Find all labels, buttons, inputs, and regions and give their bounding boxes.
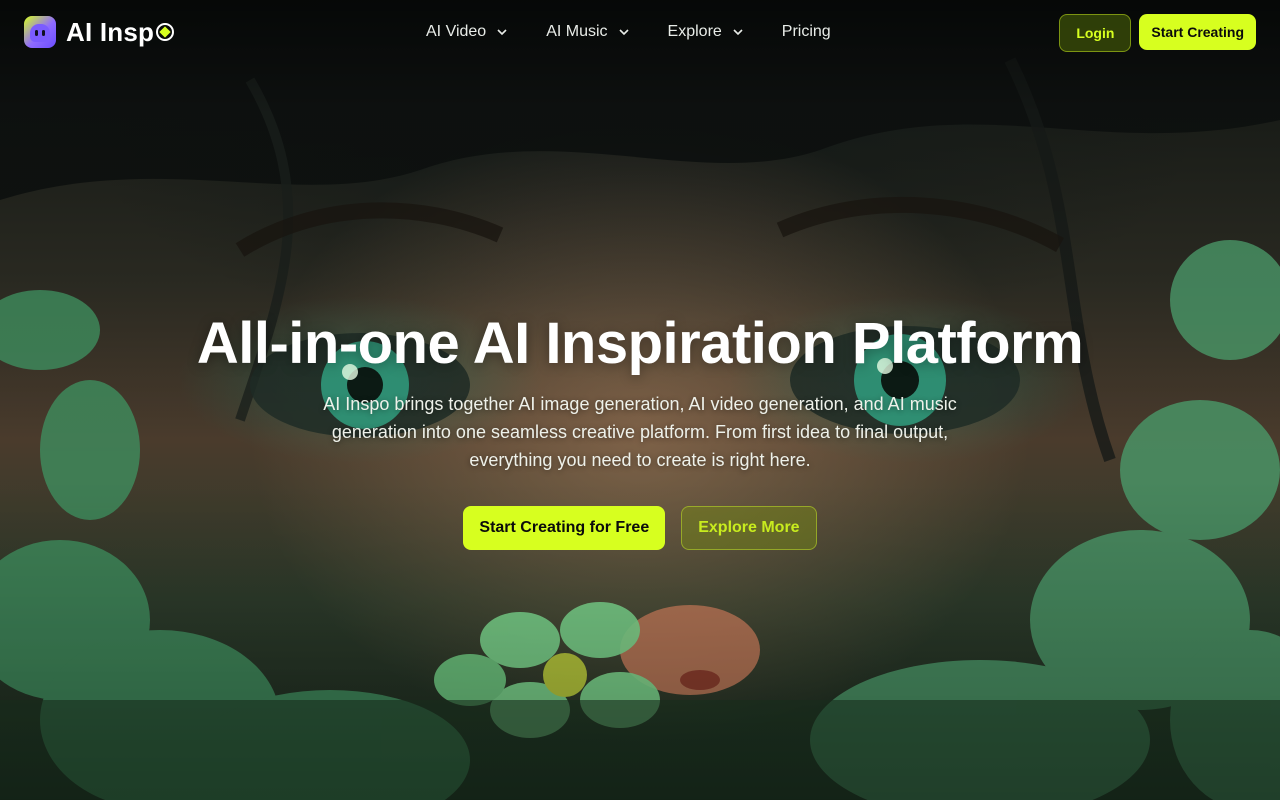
nav-item-ai-music[interactable]: AI Music [546,23,629,41]
explore-more-button[interactable]: Explore More [681,506,817,550]
nav-item-ai-video[interactable]: AI Video [426,23,508,41]
start-creating-button[interactable]: Start Creating [1139,14,1256,50]
main-menu: AI Video AI Music Explore Pricing [426,0,869,64]
nav-item-label: Explore [667,23,722,40]
brand-name: AI Insp [66,16,175,48]
nav-item-explore[interactable]: Explore [668,23,744,41]
logo-o-diamond-icon [156,23,175,41]
hero-section: AI Insp AI Video AI Music Explore Pricin… [0,0,1280,800]
hero-title: All-in-one AI Inspiration Platform [196,311,1084,376]
nav-item-label: AI Music [546,23,608,40]
chevron-down-icon [618,29,629,36]
brand-logo[interactable]: AI Insp [24,16,175,48]
hero-cta-row: Start Creating for Free Explore More [0,506,1280,550]
start-creating-free-button[interactable]: Start Creating for Free [463,506,666,550]
chevron-down-icon [497,29,507,36]
hero-subtitle: AI Inspo brings together AI image genera… [323,394,957,470]
top-navigation: AI Insp AI Video AI Music Explore Pricin… [0,0,1280,64]
nav-item-label: Pricing [781,23,831,40]
nav-item-label: AI Video [426,23,487,40]
nav-actions: Login Start Creating [1059,14,1256,52]
ai-inspo-logo-icon [24,16,56,48]
brand-name-text: AI Insp [66,16,155,47]
nav-item-pricing[interactable]: Pricing [782,23,831,41]
login-button[interactable]: Login [1059,14,1132,52]
chevron-down-icon [733,29,743,36]
